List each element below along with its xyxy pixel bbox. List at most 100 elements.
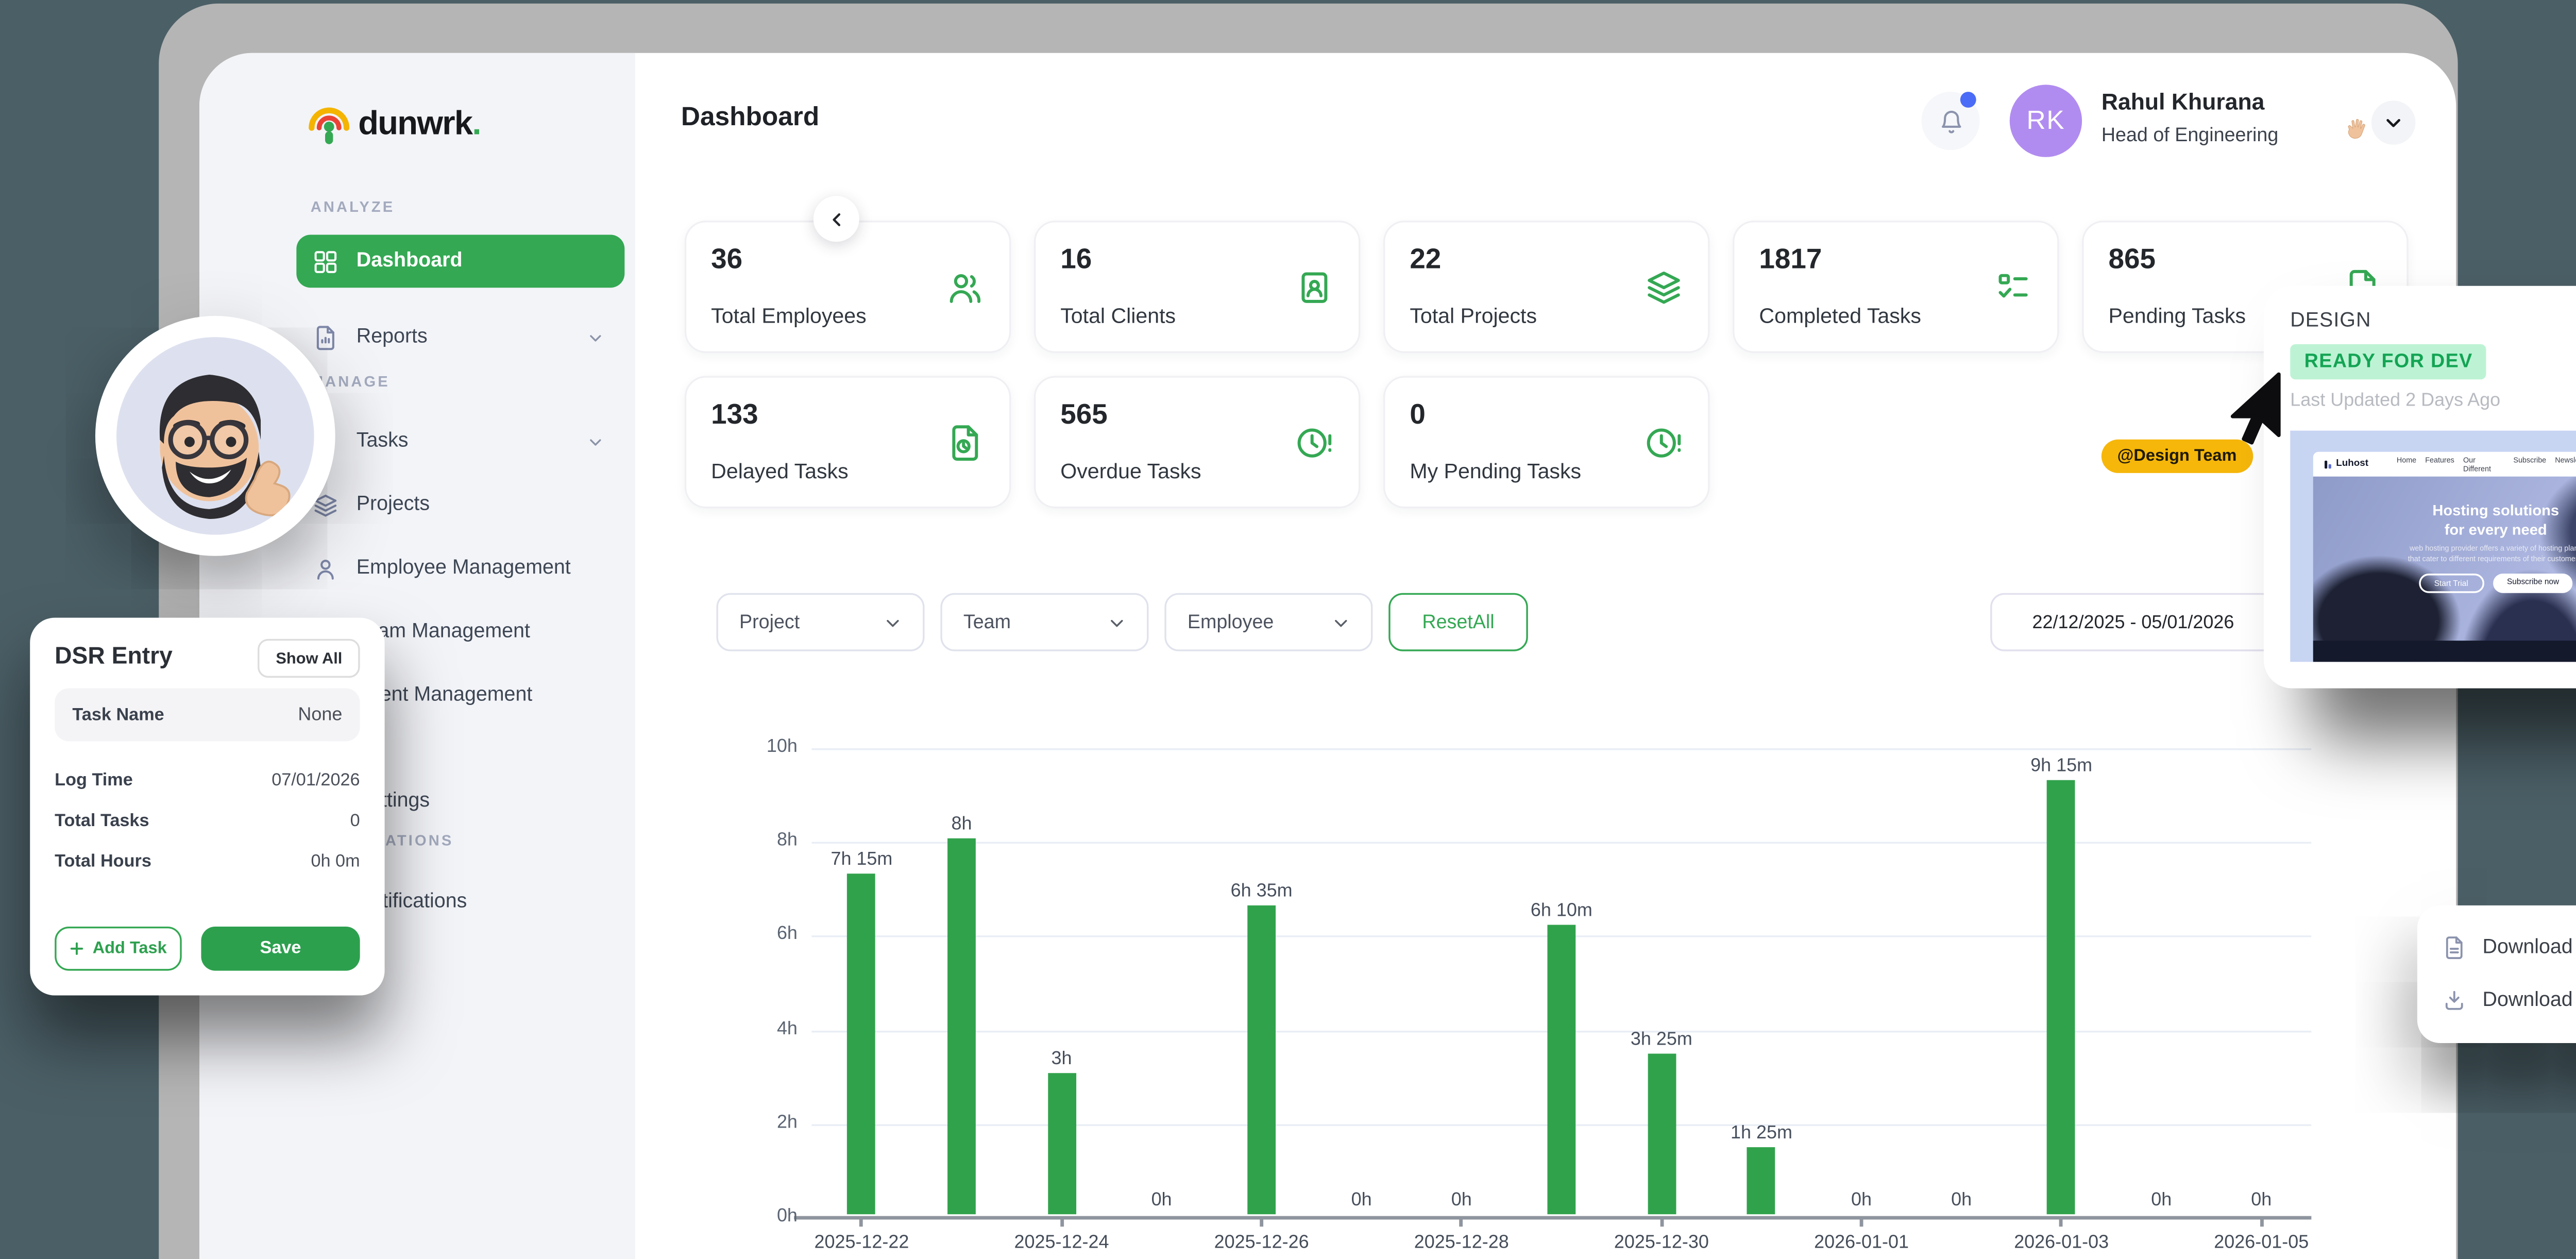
memoji-avatar	[95, 316, 335, 556]
design-category: DESIGN	[2290, 311, 2576, 332]
show-all-button[interactable]: Show All	[258, 639, 360, 678]
x-axis-tick-label: 2025-12-26	[1182, 1232, 1341, 1253]
website-thumbnail: Hosting solutionsfor every need web host…	[2290, 431, 2576, 662]
x-axis-tick	[1860, 1218, 1863, 1227]
y-axis-tick: 6h	[727, 924, 798, 945]
sidebar-item-tasks[interactable]: Tasks	[296, 415, 624, 468]
start-trial-button: Start Trial	[2418, 574, 2484, 593]
thumbnail-navbar: Luhost HomeFeaturesOur DifferentSubscrib…	[2313, 452, 2576, 477]
stat-value: 565	[1060, 400, 1334, 432]
bar-value-label: 6h 35m	[1205, 881, 1318, 902]
x-axis-tick-label: 2026-01-05	[2182, 1232, 2341, 1253]
x-axis-tick-label: 2025-12-30	[1582, 1232, 1741, 1253]
document-icon	[2442, 935, 2467, 960]
reset-all-button[interactable]: ResetAll	[1388, 593, 1528, 651]
chevron-down-icon	[587, 433, 603, 449]
chevron-down-icon	[1108, 613, 1126, 631]
x-axis-tick	[2060, 1218, 2063, 1227]
layers-stack-icon	[1645, 268, 1683, 307]
bar-2026-01-03[interactable]	[2047, 780, 2076, 1214]
bar-value-label: 9h 15m	[2005, 756, 2118, 777]
sidebar-section-analyze: ANALYZE	[311, 198, 395, 215]
team-filter-select[interactable]: Team	[940, 593, 1148, 651]
avatar[interactable]: RK	[2010, 85, 2082, 157]
chevron-down-icon	[587, 329, 603, 345]
bar-value-label: 0h	[1305, 1189, 1418, 1211]
x-axis-tick	[1060, 1218, 1063, 1227]
y-axis-tick: 2h	[727, 1112, 798, 1133]
profile-menu-button[interactable]	[2371, 100, 2416, 145]
x-axis-tick	[1260, 1218, 1263, 1227]
x-axis-tick-label: 2025-12-22	[782, 1232, 941, 1253]
thumbnail-hero: Hosting solutionsfor every need web host…	[2313, 477, 2576, 662]
x-axis-tick	[2260, 1218, 2263, 1227]
bar-2025-12-24[interactable]	[1047, 1073, 1076, 1214]
mouse-cursor-icon	[2228, 373, 2288, 459]
y-axis-tick: 0h	[727, 1205, 798, 1227]
bar-2025-12-31[interactable]	[1748, 1147, 1776, 1214]
dsr-row-log-time: Log Time07/01/2026	[55, 771, 360, 791]
chevron-down-icon	[1332, 613, 1350, 631]
design-preview-card: DESIGN READY FOR DEV Last Updated 2 Days…	[2264, 286, 2576, 689]
bar-2025-12-30[interactable]	[1647, 1054, 1675, 1215]
stat-value: 1817	[1759, 245, 2032, 277]
profile-name: Rahul Khurana	[2102, 88, 2265, 114]
y-axis-tick: 4h	[727, 1018, 798, 1039]
report-file-icon	[312, 324, 338, 350]
waving-hand-icon	[2343, 116, 2368, 141]
bar-2025-12-23[interactable]	[947, 838, 976, 1214]
task-name-row: Task Name None	[55, 689, 360, 742]
page-title: Dashboard	[681, 103, 819, 132]
notification-dot	[1960, 92, 1976, 108]
bar-value-label: 8h	[905, 814, 1018, 835]
y-axis-tick: 8h	[727, 830, 798, 851]
sidebar-item-reports[interactable]: Reports	[296, 311, 624, 364]
add-task-button[interactable]: Add Task	[55, 927, 182, 971]
sidebar-item-projects[interactable]: Projects	[296, 478, 624, 531]
users-icon	[946, 268, 985, 307]
sidebar-collapse-button[interactable]	[814, 196, 859, 242]
stat-value: 0	[1410, 400, 1683, 432]
x-axis-tick	[860, 1218, 863, 1227]
chevron-down-icon	[2384, 113, 2403, 132]
gridline	[811, 748, 2311, 750]
file-clock-icon	[946, 424, 985, 462]
save-button[interactable]: Save	[201, 927, 360, 971]
y-axis-tick: 10h	[727, 736, 798, 757]
stat-label: Pending Tasks	[2109, 304, 2246, 328]
stat-label: Overdue Tasks	[1060, 459, 1201, 483]
bar-2025-12-26[interactable]	[1247, 905, 1276, 1214]
notifications-button[interactable]	[1921, 92, 1979, 150]
project-filter-select[interactable]: Project	[716, 593, 924, 651]
bar-value-label: 0h	[2205, 1189, 2318, 1211]
stat-value: 865	[2109, 245, 2382, 277]
profile-role: Head of Engineering	[2102, 125, 2278, 146]
bar-2025-12-29[interactable]	[1547, 925, 1575, 1215]
subscribe-now-button: Subscribe now	[2493, 574, 2573, 593]
stat-card-delayed-tasks: 133Delayed Tasks	[685, 376, 1011, 508]
sidebar-item-dashboard[interactable]: Dashboard	[296, 234, 624, 288]
stat-card-my-pending-tasks: 0My Pending Tasks	[1383, 376, 1710, 508]
bar-2025-12-22[interactable]	[848, 874, 876, 1214]
bar-value-label: 0h	[2105, 1189, 2218, 1211]
last-updated: Last Updated 2 Days Ago	[2290, 390, 2576, 411]
chevron-down-icon	[884, 613, 902, 631]
stat-label: Completed Tasks	[1759, 304, 1921, 328]
dsr-entry-card: DSR Entry Show All Task Name None Log Ti…	[30, 618, 384, 996]
download-icon	[2442, 988, 2467, 1013]
bar-value-label: 3h 25m	[1605, 1029, 1718, 1050]
sidebar-item-employee-management[interactable]: Employee Management	[296, 542, 624, 595]
stat-label: Total Employees	[711, 304, 867, 328]
download-excel-report-menu-item[interactable]: Download Excel Report	[2442, 980, 2576, 1022]
gridline	[811, 842, 2311, 844]
brand-logo: dunwrk.	[305, 95, 480, 155]
date-range-picker[interactable]: 22/12/2025 - 05/01/2026	[1990, 593, 2276, 651]
bar-value-label: 7h 15m	[805, 849, 918, 870]
status-badge: READY FOR DEV	[2290, 344, 2487, 379]
bar-value-label: 1h 25m	[1705, 1122, 1818, 1144]
employee-filter-select[interactable]: Employee	[1164, 593, 1372, 651]
bar-value-label: 0h	[1405, 1189, 1518, 1211]
id-card-icon	[1295, 268, 1334, 307]
bar-value-label: 0h	[1805, 1189, 1918, 1211]
download-pdf-menu-item[interactable]: Download PDF	[2442, 927, 2576, 969]
